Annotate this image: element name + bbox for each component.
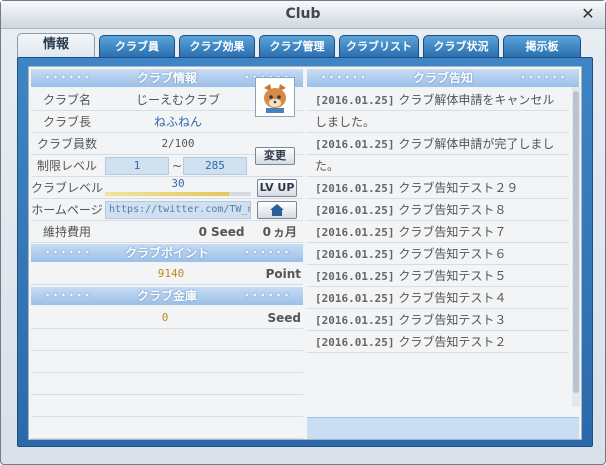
tab-info[interactable]: 情報	[17, 33, 95, 58]
notice-text: クラブ解体申請が完了しまし	[398, 137, 555, 151]
tab-club-list[interactable]: クラブリスト	[339, 35, 419, 57]
notice-item[interactable]: [2016.01.25] クラブ告知テスト２９	[307, 177, 569, 199]
club-notice-header: クラブ告知	[307, 69, 579, 87]
club-treasury-value: 0	[161, 311, 169, 324]
notice-item[interactable]: [2016.01.25] クラブ解体申請が完了しまし	[307, 133, 569, 155]
notice-text: クラブ告知テスト６	[398, 247, 507, 261]
tab-board[interactable]: 掲示板	[503, 35, 581, 57]
notice-date: [2016.01.25]	[315, 270, 395, 283]
title-bar[interactable]: Club ✕	[1, 1, 605, 29]
home-icon	[270, 204, 284, 216]
fox-emblem-icon	[256, 78, 294, 116]
notice-text: クラブ告知テスト４	[398, 291, 507, 305]
notice-item[interactable]: [2016.01.25] クラブ告知テスト７	[307, 221, 569, 243]
club-treasury-header: クラブ金庫	[31, 287, 303, 305]
fee-unit: Seed	[211, 225, 245, 239]
club-info-column: クラブ情報 クラブ名 じーえむクラブ クラブ長 ねふねん クラブ員数 2/100	[29, 67, 305, 439]
tab-members[interactable]: クラブ員	[99, 35, 175, 57]
tab-status[interactable]: クラブ状況	[423, 35, 499, 57]
notice-date: [2016.01.25]	[315, 336, 395, 349]
club-name-value: じーえむクラブ	[135, 93, 220, 107]
notice-date: [2016.01.25]	[315, 248, 395, 261]
club-points-row: 9140 Point	[31, 263, 303, 285]
notice-text: クラブ告知テスト３	[398, 313, 507, 327]
notice-item[interactable]: [2016.01.25] クラブ告知テスト６	[307, 243, 569, 265]
notice-text: クラブ告知テスト２	[398, 335, 507, 349]
notice-scrollbar-thumb[interactable]	[573, 91, 579, 393]
notice-date: [2016.01.25]	[315, 204, 395, 217]
club-points-unit: Point	[265, 267, 301, 281]
close-icon[interactable]: ✕	[579, 5, 597, 23]
club-treasury-unit: Seed	[267, 311, 301, 325]
notice-text: クラブ告知テスト２９	[398, 181, 519, 195]
notice-footer-bar	[307, 417, 579, 439]
notice-item[interactable]: [2016.01.25] クラブ告知テスト５	[307, 265, 569, 287]
notice-date: [2016.01.25]	[315, 138, 395, 151]
leader-link[interactable]: ねふねん	[105, 111, 251, 133]
club-name-label: クラブ名	[42, 93, 91, 107]
panel-content: クラブ情報 クラブ名 じーえむクラブ クラブ長 ねふねん クラブ員数 2/100	[28, 66, 582, 440]
tab-effects[interactable]: クラブ効果	[179, 35, 255, 57]
leader-label: クラブ長	[42, 115, 91, 129]
club-emblem	[255, 77, 295, 117]
fee-months: 0	[262, 225, 271, 239]
tab-management[interactable]: クラブ管理	[259, 35, 335, 57]
notice-text: クラブ告知テスト５	[398, 269, 507, 283]
notice-item[interactable]: た。	[307, 155, 569, 177]
homepage-field[interactable]: https://twitter.com/TW_n	[105, 201, 251, 219]
fee-value: 0	[198, 225, 207, 239]
club-level-bar-fill	[105, 192, 230, 196]
club-points-header: クラブポイント	[31, 244, 303, 262]
window-title: Club	[285, 6, 321, 22]
notice-text: クラブ告知テスト８	[398, 203, 507, 217]
tab-panel: クラブ情報 クラブ名 じーえむクラブ クラブ長 ねふねん クラブ員数 2/100	[17, 57, 593, 447]
empty-row	[31, 395, 303, 417]
notice-item[interactable]: [2016.01.25] クラブ解体申請をキャンセル	[307, 89, 569, 111]
club-points-value: 9140	[157, 267, 185, 280]
notice-item[interactable]: [2016.01.25] クラブ告知テスト２	[307, 331, 569, 353]
members-value: 2/100	[161, 137, 195, 150]
notice-date: [2016.01.25]	[315, 314, 395, 327]
notice-date: [2016.01.25]	[315, 182, 395, 195]
lvup-button[interactable]: LV UP	[257, 179, 297, 197]
notice-item[interactable]: しました。	[307, 111, 569, 133]
club-level-row: クラブレベル 30 LV UP	[31, 177, 303, 199]
fee-label: 維持費用	[42, 225, 91, 239]
notice-item[interactable]: [2016.01.25] クラブ告知テスト４	[307, 287, 569, 309]
notice-scrollbar[interactable]	[572, 87, 580, 407]
level-limit-label: 制限レベル	[36, 159, 97, 173]
homepage-label: ホームページ	[31, 203, 103, 217]
club-window: Club ✕ 情報 クラブ員 クラブ効果 クラブ管理 クラブリスト クラブ状況 …	[0, 0, 606, 465]
club-treasury-row: 0 Seed	[31, 307, 303, 329]
notice-date: [2016.01.25]	[315, 94, 395, 107]
notice-date: [2016.01.25]	[315, 292, 395, 305]
notice-date: [2016.01.25]	[315, 226, 395, 239]
fee-months-unit: ヵ月	[273, 225, 298, 239]
empty-row	[31, 373, 303, 395]
empty-row	[31, 417, 303, 439]
fee-row: 維持費用 0 Seed 0 ヵ月	[31, 221, 303, 243]
club-level-label: クラブレベル	[31, 181, 104, 195]
notice-text: クラブ告知テスト７	[398, 225, 507, 239]
club-notice-column: クラブ告知 [2016.01.25] クラブ解体申請をキャンセルしました。 [20…	[307, 67, 581, 439]
club-level-bar	[105, 192, 251, 196]
notice-text: しました。	[315, 115, 376, 129]
members-label: クラブ員数	[36, 137, 97, 151]
notice-text: クラブ解体申請をキャンセル	[398, 93, 555, 107]
notice-item[interactable]: [2016.01.25] クラブ告知テスト３	[307, 309, 569, 331]
homepage-button[interactable]	[257, 201, 297, 219]
homepage-row: ホームページ https://twitter.com/TW_n	[31, 199, 303, 221]
notice-item[interactable]: [2016.01.25] クラブ告知テスト８	[307, 199, 569, 221]
empty-row	[31, 351, 303, 373]
notice-text: た。	[315, 159, 340, 173]
empty-row	[31, 329, 303, 351]
